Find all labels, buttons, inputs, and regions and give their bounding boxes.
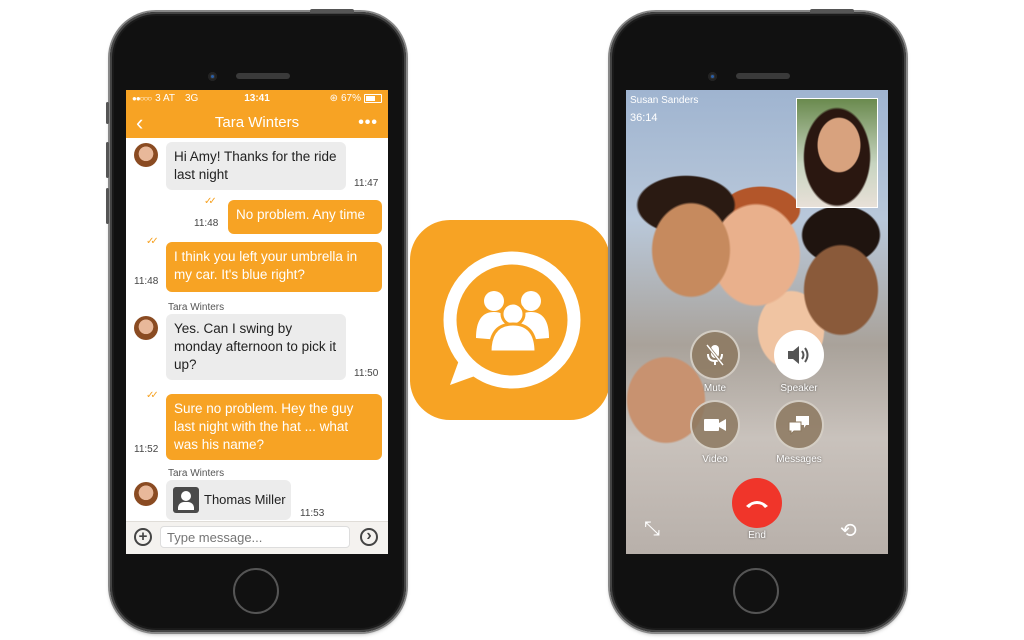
- send-button[interactable]: ›: [360, 528, 378, 546]
- video-camera-icon: [704, 419, 726, 431]
- orientation-lock-icon: ⊛: [329, 93, 338, 104]
- message-time: 11:47: [354, 178, 379, 189]
- video-call-phone: Susan Sanders 36:14 Mute Speaker Video M…: [610, 9, 906, 632]
- message-text: I think you left your umbrella in my car…: [174, 249, 358, 282]
- switch-camera-icon[interactable]: ⟲: [840, 518, 857, 543]
- end-call-label: End: [748, 530, 766, 541]
- video-call-screen: Susan Sanders 36:14 Mute Speaker Video M…: [626, 90, 888, 554]
- message-bubble-in[interactable]: Hi Amy! Thanks for the ride last night: [166, 142, 346, 190]
- chat-title: Tara Winters: [214, 114, 300, 131]
- sender-name: Tara Winters: [168, 468, 225, 479]
- home-button[interactable]: [733, 568, 779, 614]
- messages-label: Messages: [776, 454, 822, 465]
- chat-phone: ●●○○○ 3 AT 3G 13:41 ⊛ 67% ‹ Tara Winters…: [106, 9, 406, 632]
- mute-switch: [106, 102, 109, 124]
- end-call-button[interactable]: [732, 478, 782, 528]
- home-button[interactable]: [233, 568, 279, 614]
- self-view-video[interactable]: [796, 98, 878, 208]
- front-camera: [208, 72, 217, 81]
- group-chat-app-icon[interactable]: [410, 220, 610, 420]
- call-duration: 36:14: [630, 112, 658, 124]
- add-attachment-button[interactable]: +: [134, 528, 152, 546]
- status-time: 13:41: [244, 93, 270, 104]
- contact-card[interactable]: Thomas Miller: [166, 480, 291, 520]
- volume-up-button: [106, 142, 109, 178]
- messages-button[interactable]: [774, 400, 824, 450]
- caller-name: Susan Sanders: [630, 95, 699, 106]
- speaker-icon: [788, 346, 809, 364]
- contact-icon: [173, 487, 199, 513]
- chat-bubble-group-icon: [443, 251, 581, 389]
- message-time: 11:48: [194, 218, 219, 229]
- earpiece: [736, 73, 790, 79]
- battery-icon: [364, 94, 382, 103]
- mic-off-icon: [705, 344, 725, 366]
- avatar[interactable]: [134, 482, 158, 506]
- read-receipt-icon: ✓✓: [146, 390, 159, 401]
- read-receipt-icon: ✓✓: [204, 196, 217, 207]
- chat-bubbles-icon: [788, 416, 809, 435]
- message-bubble-out[interactable]: Sure no problem. Hey the guy last night …: [166, 394, 382, 460]
- status-bar: ●●○○○ 3 AT 3G 13:41 ⊛ 67%: [126, 90, 388, 107]
- message-list[interactable]: Hi Amy! Thanks for the ride last night 1…: [126, 138, 388, 522]
- sender-name: Tara Winters: [168, 302, 225, 313]
- minimize-icon[interactable]: ⤡: [644, 518, 660, 541]
- carrier: 3 AT: [155, 93, 175, 104]
- read-receipt-icon: ✓✓: [146, 236, 159, 247]
- chat-header: ‹ Tara Winters •••: [126, 107, 388, 138]
- chevron-left-icon[interactable]: ‹: [136, 111, 143, 134]
- message-time: 11:53: [300, 508, 325, 519]
- speaker-button[interactable]: [774, 330, 824, 380]
- message-text: Yes. Can I swing by monday afternoon to …: [174, 321, 337, 372]
- earpiece: [236, 73, 290, 79]
- avatar[interactable]: [134, 316, 158, 340]
- signal-icon: ●●○○○: [132, 94, 152, 103]
- video-label: Video: [702, 454, 728, 465]
- message-composer: + ›: [126, 521, 388, 554]
- network-type: 3G: [185, 93, 199, 104]
- mute-button[interactable]: [690, 330, 740, 380]
- speaker-label: Speaker: [780, 383, 818, 394]
- front-camera: [708, 72, 717, 81]
- message-text: Hi Amy! Thanks for the ride last night: [174, 149, 337, 182]
- power-button: [310, 9, 354, 13]
- hang-up-icon: [746, 501, 768, 508]
- video-button[interactable]: [690, 400, 740, 450]
- message-bubble-out[interactable]: I think you left your umbrella in my car…: [166, 242, 382, 292]
- message-time: 11:52: [134, 444, 159, 455]
- mute-label: Mute: [703, 383, 727, 394]
- message-time: 11:50: [354, 368, 379, 379]
- message-text: No problem. Any time: [236, 207, 366, 222]
- chat-screen: ●●○○○ 3 AT 3G 13:41 ⊛ 67% ‹ Tara Winters…: [126, 90, 388, 554]
- power-button: [810, 9, 854, 13]
- message-bubble-in[interactable]: Yes. Can I swing by monday afternoon to …: [166, 314, 346, 380]
- message-input[interactable]: [160, 526, 350, 548]
- contact-name: Thomas Miller: [204, 492, 286, 507]
- battery-percent: 67%: [340, 93, 361, 104]
- more-icon[interactable]: •••: [358, 114, 378, 132]
- volume-down-button: [106, 188, 109, 224]
- message-bubble-out[interactable]: No problem. Any time: [228, 200, 382, 234]
- avatar[interactable]: [134, 143, 158, 167]
- message-time: 11:48: [134, 276, 159, 287]
- message-text: Sure no problem. Hey the guy last night …: [174, 401, 354, 452]
